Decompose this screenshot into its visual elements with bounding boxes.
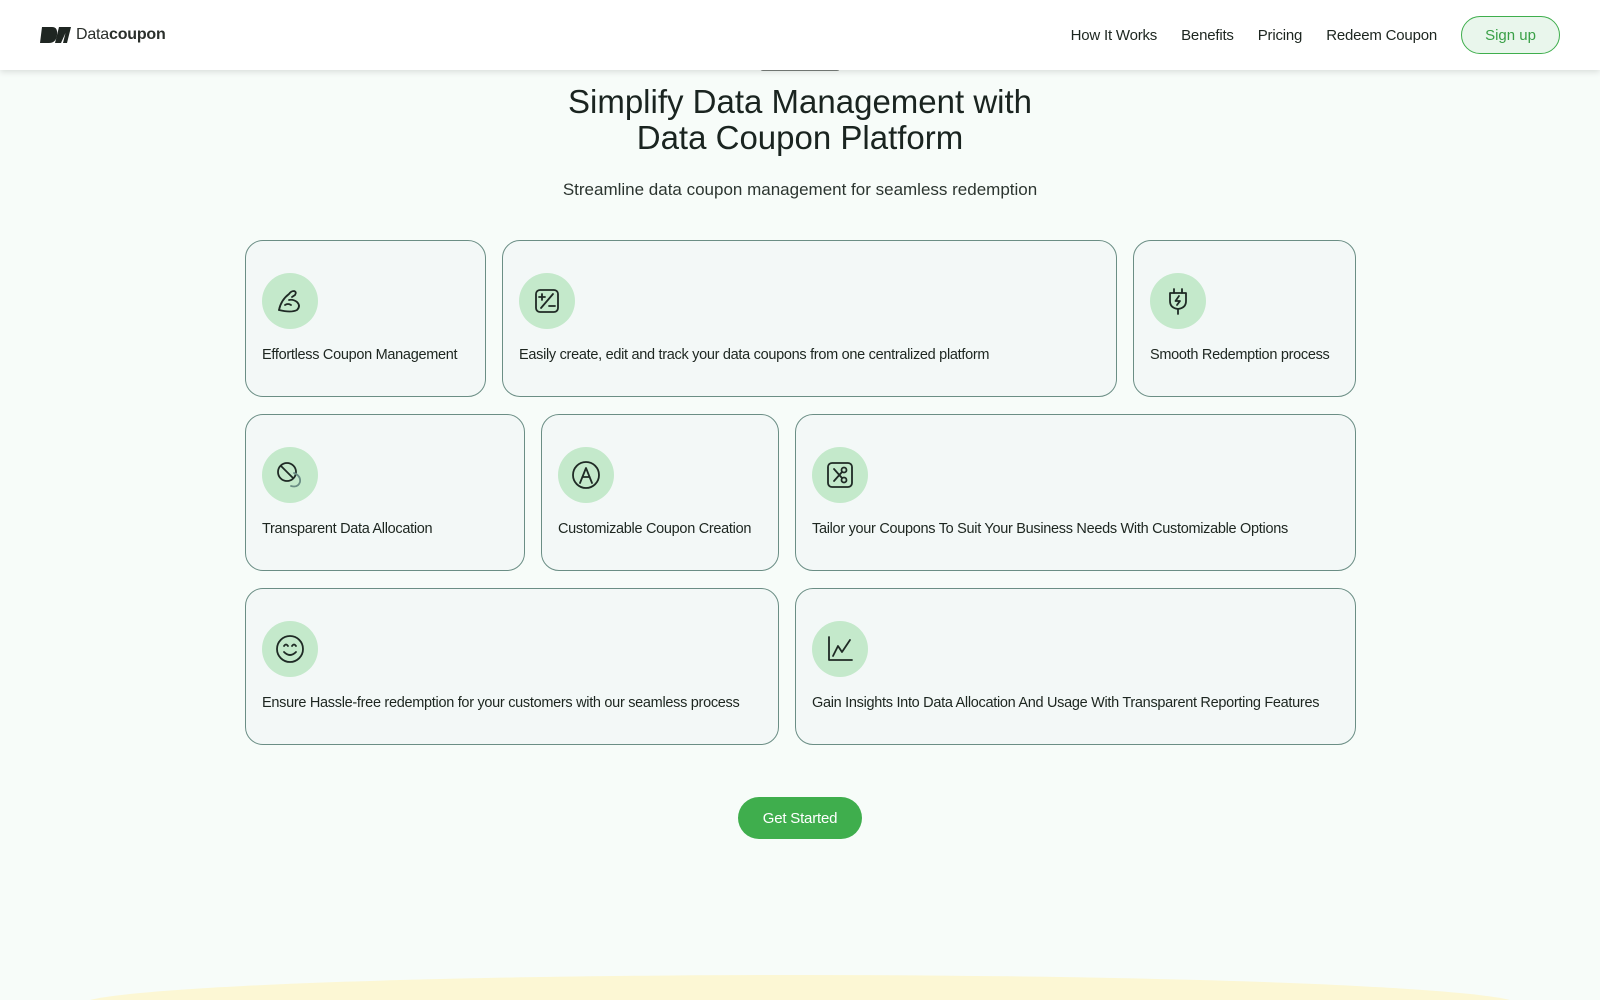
logo-text: Datacoupon <box>76 26 166 43</box>
nav-pricing[interactable]: Pricing <box>1258 27 1303 44</box>
feature-card: Transparent Data Allocation <box>245 414 525 571</box>
feature-card-text: Ensure Hassle-free redemption for your c… <box>262 695 740 711</box>
feature-card: Gain Insights Into Data Allocation And U… <box>795 588 1356 745</box>
feature-card-text: Effortless Coupon Management <box>262 347 458 363</box>
feature-card: Effortless Coupon Management <box>245 240 486 397</box>
nav-how-it-works[interactable]: How It Works <box>1071 27 1158 44</box>
feature-card-text: Customizable Coupon Creation <box>558 521 752 537</box>
feature-card: Easily create, edit and track your data … <box>502 240 1117 397</box>
page-subtitle: Streamline data coupon management for se… <box>562 180 1038 199</box>
smile-icon <box>262 621 318 677</box>
feature-card: Customizable Coupon Creation <box>541 414 779 571</box>
site-header: Datacoupon How It Works Benefits Pricing… <box>0 0 1600 70</box>
feature-card: Ensure Hassle-free redemption for your c… <box>245 588 779 745</box>
logo-mark-icon <box>40 27 71 43</box>
logo[interactable]: Datacoupon <box>40 25 166 45</box>
get-started-button[interactable]: Get Started <box>738 797 862 839</box>
signup-button[interactable]: Sign up <box>1461 16 1560 54</box>
feature-card: Smooth Redemption process <box>1133 240 1356 397</box>
main-nav: How It Works Benefits Pricing Redeem Cou… <box>1047 16 1560 54</box>
feature-card-text: Easily create, edit and track your data … <box>519 347 990 363</box>
nav-redeem-coupon[interactable]: Redeem Coupon <box>1326 27 1437 44</box>
feature-card-text: Transparent Data Allocation <box>262 521 433 537</box>
percent-icon <box>519 273 575 329</box>
footer-decoration <box>80 975 1520 1000</box>
prohibited-icon <box>262 447 318 503</box>
feature-card-text: Tailor your Coupons To Suit Your Busines… <box>812 521 1288 537</box>
letter-a-icon <box>558 447 614 503</box>
scissors-icon <box>812 447 868 503</box>
feature-card-text: Gain Insights Into Data Allocation And U… <box>812 695 1320 711</box>
page-title: Simplify Data Management with Data Coupo… <box>567 83 1033 156</box>
plug-icon <box>1150 273 1206 329</box>
feature-card: Tailor your Coupons To Suit Your Busines… <box>795 414 1356 571</box>
feature-card-text: Smooth Redemption process <box>1150 347 1330 363</box>
nav-benefits[interactable]: Benefits <box>1181 27 1234 44</box>
arm-icon <box>262 273 318 329</box>
chart-line-icon <box>812 621 868 677</box>
